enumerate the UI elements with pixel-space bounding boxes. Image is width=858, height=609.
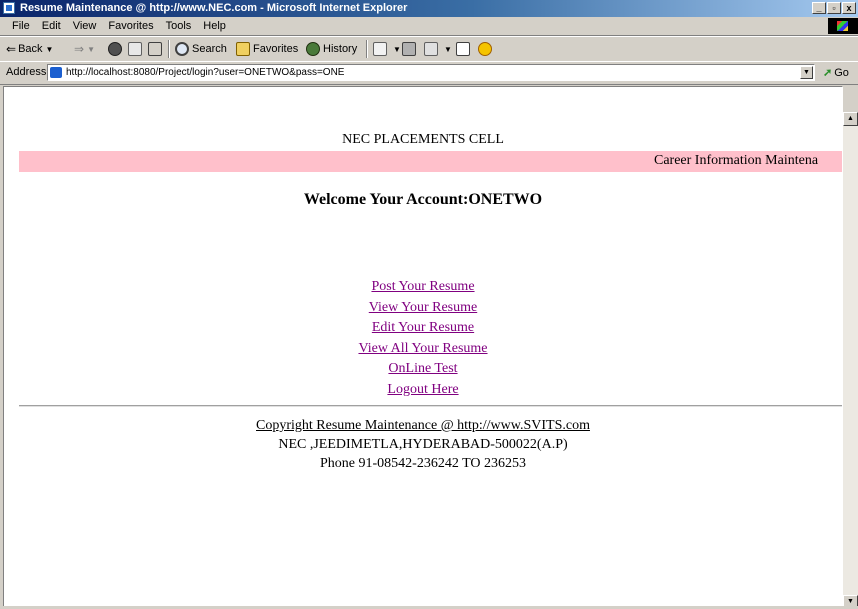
minimize-button[interactable]: _ bbox=[812, 2, 826, 14]
menu-help[interactable]: Help bbox=[197, 17, 232, 35]
favorites-icon bbox=[236, 42, 250, 56]
menu-file[interactable]: File bbox=[6, 17, 36, 35]
edit-resume-link[interactable]: Edit Your Resume bbox=[372, 320, 474, 335]
favorites-label: Favorites bbox=[253, 43, 299, 55]
back-arrow-icon: ⇐ bbox=[6, 42, 17, 56]
divider bbox=[19, 405, 842, 407]
welcome-heading: Welcome Your Account:ONETWO bbox=[303, 191, 543, 208]
menu-favorites[interactable]: Favorites bbox=[102, 17, 159, 35]
print-icon bbox=[402, 42, 416, 56]
marquee-text: Career Information Maintena bbox=[654, 153, 819, 168]
toolbar-separator bbox=[366, 40, 368, 58]
back-label: Back bbox=[18, 43, 43, 55]
forward-button[interactable]: ⇒ ▼ bbox=[74, 41, 95, 57]
menu-edit[interactable]: Edit bbox=[36, 17, 67, 35]
address-text: NEC ,JEEDIMETLA,HYDERABAD-500022(A.P) bbox=[278, 437, 568, 452]
toolbar-separator bbox=[168, 40, 170, 58]
standard-toolbar: ⇐ Back ▼ ⇒ ▼ Search Favorites History ▼ … bbox=[0, 36, 858, 62]
forward-dropdown-icon[interactable]: ▼ bbox=[87, 45, 95, 54]
window-title-bar[interactable]: Resume Maintenance @ http://www.NEC.com … bbox=[0, 0, 858, 17]
stop-icon bbox=[108, 42, 122, 56]
vertical-scrollbar[interactable]: ▲ ▼ bbox=[843, 112, 858, 609]
search-button[interactable]: Search bbox=[175, 41, 227, 57]
refresh-button[interactable] bbox=[128, 41, 145, 57]
address-field[interactable]: ▼ bbox=[47, 64, 815, 81]
footer: Copyright Resume Maintenance @ http://ww… bbox=[4, 416, 842, 473]
history-button[interactable]: History bbox=[306, 41, 357, 57]
menu-view[interactable]: View bbox=[67, 17, 103, 35]
discuss-button[interactable] bbox=[456, 41, 473, 57]
refresh-icon bbox=[128, 42, 142, 56]
close-button[interactable]: x bbox=[842, 2, 856, 14]
history-label: History bbox=[323, 43, 358, 55]
view-resume-link[interactable]: View Your Resume bbox=[369, 300, 477, 315]
window-title: Resume Maintenance @ http://www.NEC.com … bbox=[20, 2, 408, 14]
search-icon bbox=[175, 42, 189, 56]
home-button[interactable] bbox=[148, 41, 165, 57]
online-test-link[interactable]: OnLine Test bbox=[388, 361, 457, 376]
messenger-smiley-icon bbox=[478, 42, 492, 56]
mail-icon bbox=[373, 42, 387, 56]
site-title: NEC PLACEMENTS CELL bbox=[342, 132, 504, 147]
address-label: Address bbox=[6, 66, 47, 78]
copyright-text: Copyright Resume Maintenance @ http://ww… bbox=[256, 418, 590, 433]
edit-icon bbox=[424, 42, 438, 56]
marquee-bar: Career Information Maintena bbox=[19, 151, 842, 172]
discuss-icon bbox=[456, 42, 470, 56]
menu-tools[interactable]: Tools bbox=[160, 17, 198, 35]
edit-dropdown-icon[interactable]: ▼ bbox=[444, 45, 452, 54]
favorites-button[interactable]: Favorites bbox=[236, 41, 298, 57]
maximize-button[interactable]: ▫ bbox=[827, 2, 841, 14]
page-icon bbox=[50, 67, 62, 78]
go-button[interactable]: ➚ Go bbox=[823, 66, 849, 79]
back-button[interactable]: ⇐ Back ▼ bbox=[6, 41, 53, 57]
windows-logo-icon bbox=[828, 18, 858, 34]
mail-dropdown-icon[interactable]: ▼ bbox=[393, 45, 401, 54]
forward-arrow-icon: ⇒ bbox=[74, 42, 85, 56]
address-bar: Address ▼ ➚Go bbox=[0, 61, 858, 85]
stop-button[interactable] bbox=[108, 41, 125, 57]
ie-app-icon[interactable] bbox=[3, 2, 15, 14]
scroll-up-arrow-icon[interactable]: ▲ bbox=[843, 112, 858, 126]
messenger-button[interactable] bbox=[478, 41, 495, 57]
mail-button[interactable]: ▼ bbox=[373, 41, 401, 57]
history-icon bbox=[306, 42, 320, 56]
go-arrow-icon: ➚ bbox=[823, 67, 833, 79]
address-input[interactable] bbox=[66, 66, 786, 79]
edit-button[interactable]: ▼ bbox=[424, 41, 452, 57]
menu-bar: File Edit View Favorites Tools Help bbox=[0, 17, 858, 36]
go-label: Go bbox=[834, 67, 849, 79]
logout-link[interactable]: Logout Here bbox=[387, 382, 458, 397]
home-icon bbox=[148, 42, 162, 56]
post-resume-link[interactable]: Post Your Resume bbox=[371, 279, 474, 294]
print-button[interactable] bbox=[402, 41, 419, 57]
phone-text: Phone 91-08542-236242 TO 236253 bbox=[320, 456, 526, 471]
window-controls: _ ▫ x bbox=[812, 2, 856, 14]
address-dropdown-icon[interactable]: ▼ bbox=[800, 66, 813, 79]
page-viewport: NEC PLACEMENTS CELL Career Information M… bbox=[3, 86, 843, 608]
back-dropdown-icon[interactable]: ▼ bbox=[46, 45, 54, 54]
view-all-resume-link[interactable]: View All Your Resume bbox=[358, 341, 487, 356]
search-label: Search bbox=[192, 43, 227, 55]
resume-links: Post Your Resume View Your Resume Edit Y… bbox=[4, 277, 842, 400]
